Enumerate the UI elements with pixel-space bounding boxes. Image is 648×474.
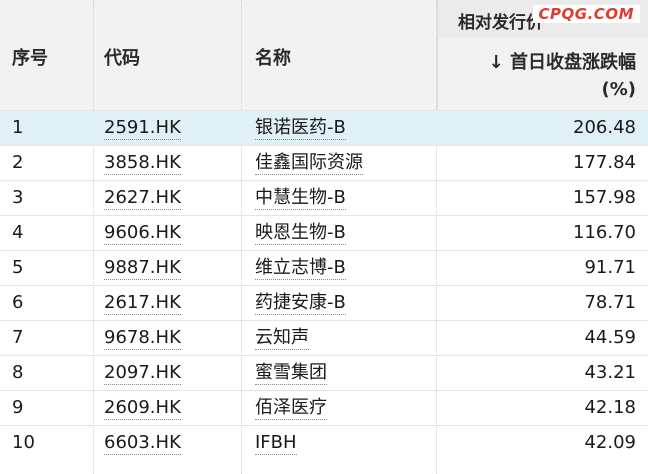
column-group-label: 相对发行价 <box>458 13 543 33</box>
stock-code-link[interactable]: 9887.HK <box>104 251 181 285</box>
table-row[interactable]: 8 2097.HK 蜜雪集团 43.21 <box>0 355 648 391</box>
stock-name-link-text[interactable]: 佳鑫国际资源 <box>255 152 363 175</box>
table-row[interactable]: 1 2591.HK 银诺医药-B 206.48 <box>0 110 648 146</box>
stock-name-link[interactable]: 云知声 <box>255 321 309 355</box>
ipo-table: 序号 代码 名称 相对发行价 CPQG.COM ↓ 首日收盘涨跌幅 (%) 1 2… <box>0 0 648 474</box>
column-header-code[interactable]: 代码 <box>104 44 140 70</box>
stock-code-link-text[interactable]: 6603.HK <box>104 432 181 455</box>
first-day-change-value: 43.21 <box>584 362 636 383</box>
stock-name-link[interactable]: 维立志博-B <box>255 251 346 285</box>
stock-code-link[interactable]: 3858.HK <box>104 146 181 180</box>
first-day-change-value: 206.48 <box>573 117 636 138</box>
first-day-change-value: 78.71 <box>584 292 636 313</box>
first-day-change-value: 42.18 <box>584 397 636 418</box>
row-index: 2 <box>12 152 24 173</box>
row-index: 8 <box>12 362 24 383</box>
sort-desc-icon: ↓ <box>488 52 504 73</box>
stock-name-link-text[interactable]: 佰泽医疗 <box>255 397 327 420</box>
stock-code-link[interactable]: 2617.HK <box>104 286 181 320</box>
row-index: 3 <box>12 187 24 208</box>
column-header-unit: (%) <box>601 79 637 100</box>
table-row[interactable]: 9 2609.HK 佰泽医疗 42.18 <box>0 390 648 426</box>
stock-name-link[interactable]: 中慧生物-B <box>255 181 346 215</box>
stock-code-link[interactable]: 2627.HK <box>104 181 181 215</box>
stock-code-link-text[interactable]: 9606.HK <box>104 222 181 245</box>
row-index: 5 <box>12 257 24 278</box>
row-index: 6 <box>12 292 24 313</box>
stock-name-link-text[interactable]: 云知声 <box>255 327 309 350</box>
stock-name-link-text[interactable]: 维立志博-B <box>255 257 346 280</box>
stock-code-link-text[interactable]: 3858.HK <box>104 152 181 175</box>
table-row[interactable]: 4 9606.HK 映恩生物-B 116.70 <box>0 215 648 251</box>
stock-name-link[interactable]: IFBH <box>255 426 297 460</box>
stock-code-link-text[interactable]: 9678.HK <box>104 327 181 350</box>
column-header-name[interactable]: 名称 <box>255 44 291 70</box>
table-row[interactable]: 3 2627.HK 中慧生物-B 157.98 <box>0 180 648 216</box>
first-day-change-value: 44.59 <box>584 327 636 348</box>
stock-code-link-text[interactable]: 2097.HK <box>104 362 181 385</box>
table-row[interactable]: 7 9678.HK 云知声 44.59 <box>0 320 648 356</box>
stock-name-link[interactable]: 药捷安康-B <box>255 286 346 320</box>
watermark-logo: CPQG.COM <box>532 5 640 23</box>
column-header-label: 首日收盘涨跌幅 <box>510 52 636 73</box>
stock-name-link[interactable]: 银诺医药-B <box>255 111 346 145</box>
stock-code-link-text[interactable]: 2617.HK <box>104 292 181 315</box>
stock-name-link[interactable]: 映恩生物-B <box>255 216 346 250</box>
stock-name-link-text[interactable]: 中慧生物-B <box>255 187 346 210</box>
stock-code-link-text[interactable]: 2627.HK <box>104 187 181 210</box>
stock-code-link[interactable]: 2591.HK <box>104 111 181 145</box>
stock-name-link[interactable]: 佰泽医疗 <box>255 391 327 425</box>
stock-name-link[interactable]: 蜜雪集团 <box>255 356 327 390</box>
stock-code-link[interactable]: 9678.HK <box>104 321 181 355</box>
row-index: 1 <box>12 117 24 138</box>
table-row[interactable]: 2 3858.HK 佳鑫国际资源 177.84 <box>0 145 648 181</box>
first-day-change-value: 42.09 <box>584 432 636 453</box>
row-index: 7 <box>12 327 24 348</box>
column-header-first-day-change[interactable]: ↓ 首日收盘涨跌幅 <box>489 48 636 74</box>
table-header: 序号 代码 名称 相对发行价 CPQG.COM ↓ 首日收盘涨跌幅 (%) <box>0 0 648 110</box>
first-day-change-value: 116.70 <box>573 222 636 243</box>
column-header-index[interactable]: 序号 <box>12 44 48 70</box>
stock-name-link-text[interactable]: 银诺医药-B <box>255 117 346 140</box>
stock-code-link[interactable]: 2609.HK <box>104 391 181 425</box>
row-index: 4 <box>12 222 24 243</box>
stock-name-link-text[interactable]: 映恩生物-B <box>255 222 346 245</box>
row-index: 10 <box>12 432 35 453</box>
stock-code-link-text[interactable]: 2591.HK <box>104 117 181 140</box>
stock-code-link-text[interactable]: 2609.HK <box>104 397 181 420</box>
stock-name-link[interactable]: 佳鑫国际资源 <box>255 146 363 180</box>
row-index: 9 <box>12 397 24 418</box>
stock-code-link[interactable]: 9606.HK <box>104 216 181 250</box>
first-day-change-value: 177.84 <box>573 152 636 173</box>
stock-name-link-text[interactable]: IFBH <box>255 432 297 455</box>
stock-name-link-text[interactable]: 蜜雪集团 <box>255 362 327 385</box>
table-row[interactable]: 6 2617.HK 药捷安康-B 78.71 <box>0 285 648 321</box>
stock-code-link-text[interactable]: 9887.HK <box>104 257 181 280</box>
table-row[interactable]: 10 6603.HK IFBH 42.09 <box>0 425 648 461</box>
header-divider <box>437 0 438 110</box>
stock-name-link-text[interactable]: 药捷安康-B <box>255 292 346 315</box>
table-row[interactable]: 5 9887.HK 维立志博-B 91.71 <box>0 250 648 286</box>
first-day-change-value: 91.71 <box>584 257 636 278</box>
first-day-change-value: 157.98 <box>573 187 636 208</box>
stock-code-link[interactable]: 2097.HK <box>104 356 181 390</box>
stock-code-link[interactable]: 6603.HK <box>104 426 181 460</box>
